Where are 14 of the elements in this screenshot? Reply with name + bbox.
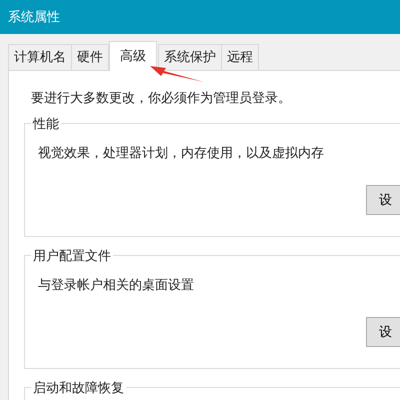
group-title: 性能 (31, 115, 61, 133)
tab[interactable]: 系统保护 (158, 44, 222, 70)
tab[interactable]: 远程 (221, 44, 259, 70)
tab[interactable]: 计算机名 (8, 44, 72, 70)
description-text: 与登录帐户相关的桌面设置 (38, 277, 195, 294)
tab[interactable]: 高级 (109, 41, 157, 71)
group-title: 用户配置文件 (31, 247, 113, 265)
settings-button[interactable]: 设 (366, 185, 400, 215)
window-title: 系统属性 (8, 9, 60, 26)
group-title: 启动和故障恢复 (31, 379, 126, 397)
settings-button[interactable]: 设 (366, 317, 400, 347)
tab[interactable]: 硬件 (71, 44, 109, 70)
description-text: 视觉效果，处理器计划，内存使用，以及虚拟内存 (38, 145, 325, 162)
notice-text: 要进行大多数更改，你必须作为管理员登录。 (31, 90, 292, 107)
